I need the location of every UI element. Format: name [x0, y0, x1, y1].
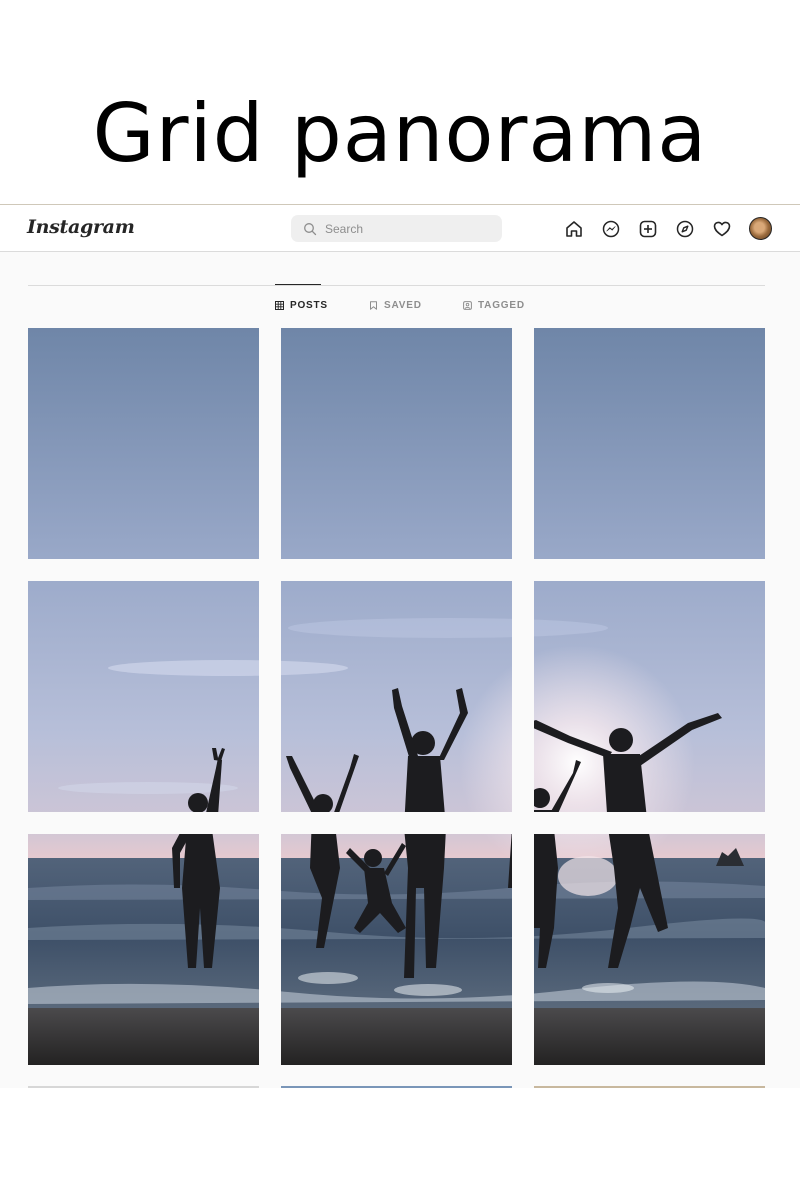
panorama-slice — [534, 581, 765, 812]
messenger-icon[interactable] — [600, 218, 622, 240]
tab-posts-label: POSTS — [290, 300, 328, 311]
activity-icon[interactable] — [711, 218, 733, 240]
panorama-slice — [534, 834, 765, 1065]
tab-posts[interactable]: POSTS — [275, 300, 328, 311]
nav-icons — [563, 217, 772, 240]
next-row-peek — [0, 1086, 800, 1088]
search-box[interactable] — [291, 215, 502, 242]
home-icon[interactable] — [563, 218, 585, 240]
new-post-icon[interactable] — [637, 218, 659, 240]
panorama-slice — [28, 834, 259, 1065]
grid-post[interactable] — [534, 328, 765, 559]
grid-post[interactable] — [281, 834, 512, 1065]
panorama-slice — [534, 328, 765, 559]
grid-post[interactable] — [28, 834, 259, 1065]
grid-post[interactable] — [28, 581, 259, 812]
tab-saved-label: SAVED — [384, 300, 422, 311]
tab-tagged-label: TAGGED — [478, 300, 525, 311]
panorama-slice — [281, 581, 512, 812]
explore-icon[interactable] — [674, 218, 696, 240]
profile-tabs: POSTS SAVED TAGGED — [0, 300, 800, 314]
active-tab-indicator — [275, 284, 321, 285]
grid-post[interactable] — [28, 328, 259, 559]
grid-post[interactable] — [534, 581, 765, 812]
top-nav-bar: Instagram — [0, 205, 800, 252]
tab-saved[interactable]: SAVED — [369, 300, 422, 311]
grid-icon — [275, 301, 284, 310]
tab-tagged[interactable]: TAGGED — [463, 300, 525, 311]
grid-post[interactable] — [281, 581, 512, 812]
panorama-slice — [281, 834, 512, 1065]
page-title: Grid panorama — [92, 87, 708, 180]
panorama-slice — [28, 581, 259, 812]
profile-divider — [28, 285, 765, 286]
profile-avatar[interactable] — [749, 217, 772, 240]
grid-post[interactable] — [281, 328, 512, 559]
instagram-logo[interactable]: Instagram — [27, 216, 135, 238]
search-input[interactable] — [325, 221, 495, 236]
tagged-icon — [463, 301, 472, 310]
search-icon — [304, 222, 317, 235]
instagram-profile: Instagram Search POSTS SAVED TAGGED — [0, 205, 800, 1088]
grid-post[interactable] — [534, 834, 765, 1065]
panorama-slice — [28, 328, 259, 559]
panorama-slice — [281, 328, 512, 559]
bookmark-icon — [370, 301, 377, 310]
